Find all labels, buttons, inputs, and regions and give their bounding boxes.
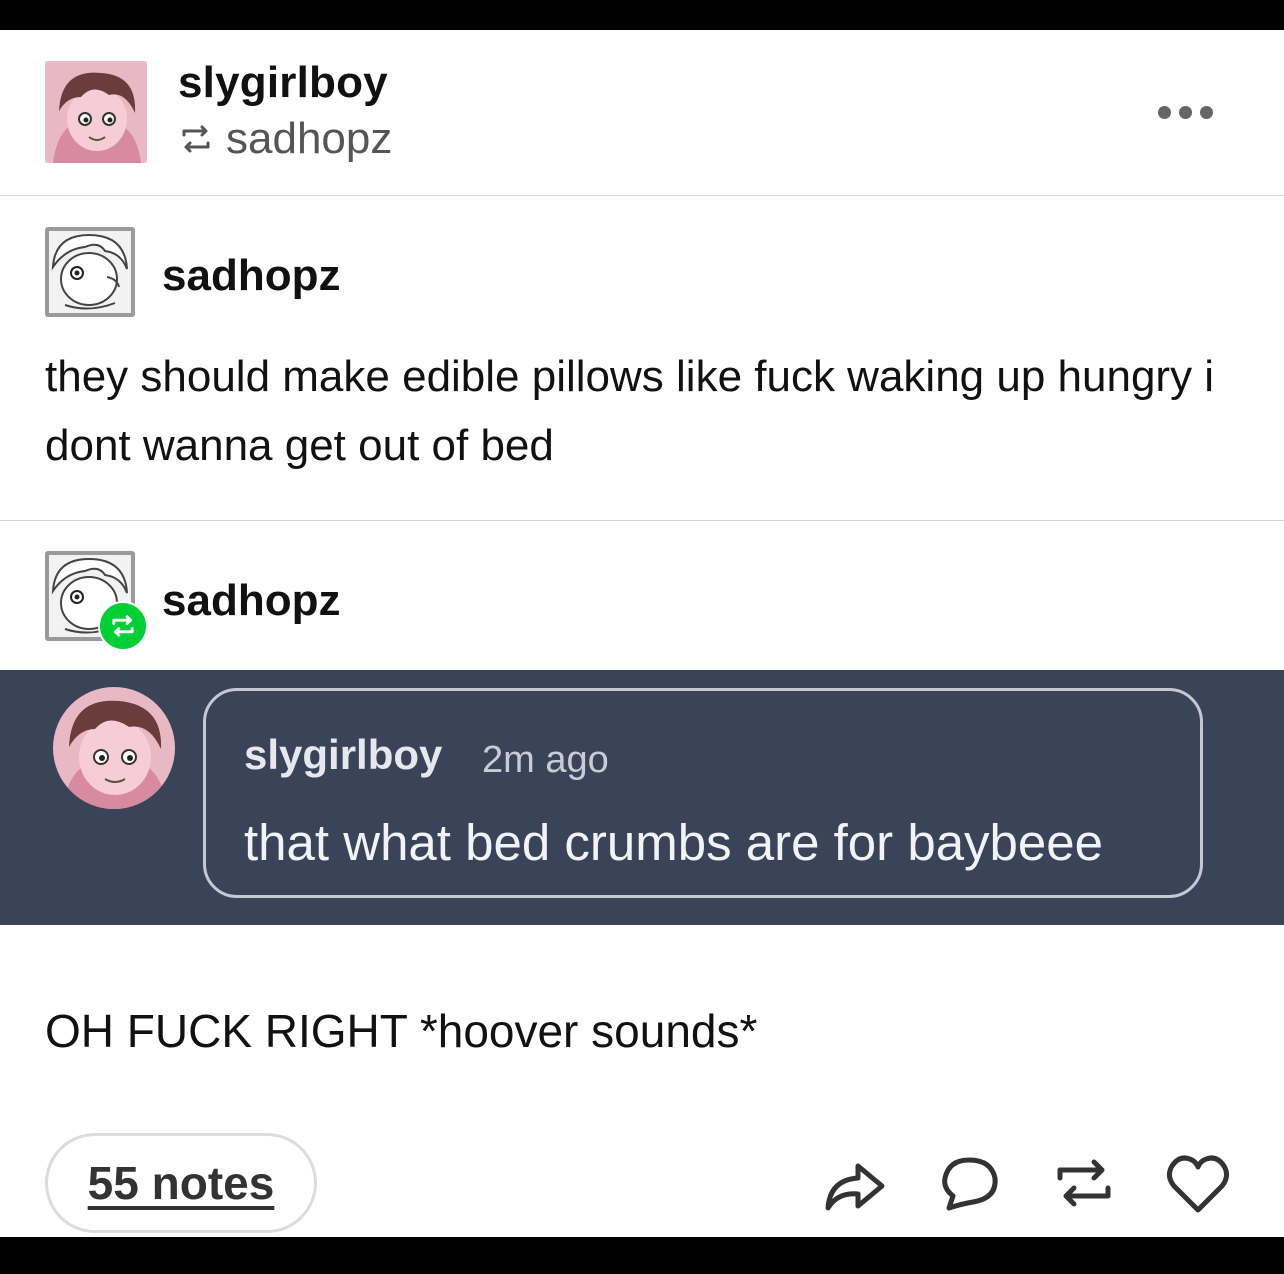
comment-timestamp: 2m ago — [482, 739, 609, 781]
reblog-badge-icon — [98, 601, 148, 651]
trail-author-name[interactable]: sadhopz — [162, 576, 340, 626]
post-header: slygirlboy sadhopz — [0, 30, 1284, 196]
reblogged-from-name[interactable]: sadhopz — [226, 114, 392, 164]
trail-item: sadhopz slygirlboy 2m ago that what bed … — [0, 521, 1284, 1237]
avatar[interactable] — [45, 61, 147, 163]
avatar — [53, 687, 175, 809]
comment-author: slygirlboy — [244, 731, 443, 778]
post-card: slygirlboy sadhopz sadhopz they should m… — [0, 30, 1284, 1237]
more-options-icon[interactable] — [1158, 102, 1218, 122]
trail-item: sadhopz they should make edible pillows … — [0, 196, 1284, 521]
avatar[interactable] — [45, 227, 135, 317]
share-icon[interactable] — [820, 1150, 888, 1216]
comment-bubble: slygirlboy 2m ago that what bed crumbs a… — [203, 688, 1203, 898]
post-author-name[interactable]: slygirlboy — [178, 58, 388, 108]
post-text: they should make edible pillows like fuc… — [45, 352, 1215, 470]
post-text: OH FUCK RIGHT *hoover sounds* — [45, 1005, 758, 1057]
notes-count: 55 notes — [87, 1157, 275, 1209]
bottom-black-bar — [0, 1237, 1284, 1274]
trail-author-name[interactable]: sadhopz — [162, 251, 340, 301]
embedded-comment-screenshot: slygirlboy 2m ago that what bed crumbs a… — [0, 670, 1284, 925]
comment-text: that what bed crumbs are for baybeee — [244, 814, 1104, 871]
reblog-attribution: sadhopz — [178, 114, 392, 164]
reblog-icon[interactable] — [1050, 1150, 1118, 1216]
reply-icon[interactable] — [935, 1150, 1003, 1216]
reblog-icon — [178, 121, 214, 157]
notes-button[interactable]: 55 notes — [45, 1133, 317, 1233]
top-black-bar — [0, 0, 1284, 30]
like-icon[interactable] — [1164, 1150, 1232, 1216]
